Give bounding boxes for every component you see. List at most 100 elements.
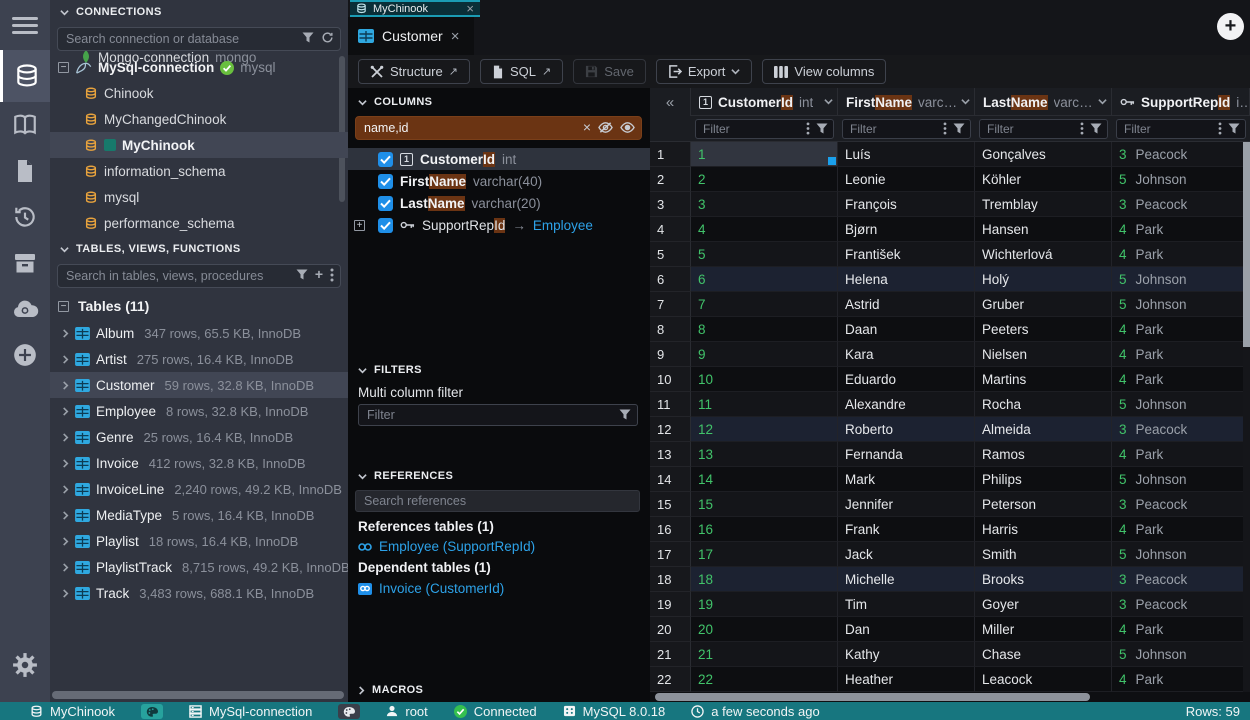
- row-number[interactable]: 21: [650, 642, 691, 667]
- grid-header-CustomerId[interactable]: 1CustomerIdint: [691, 88, 838, 116]
- connection-color-button[interactable]: [338, 704, 360, 719]
- cell-firstname[interactable]: Heather: [838, 667, 975, 692]
- cell-lastname[interactable]: Nielsen: [975, 342, 1112, 367]
- cell-firstname[interactable]: Fernanda: [838, 442, 975, 467]
- cell-supportrepid[interactable]: 5Johnson: [1112, 392, 1250, 417]
- grid-header-LastName[interactable]: LastNamevarchar(20): [975, 88, 1112, 116]
- cell-customerid[interactable]: 17: [691, 542, 838, 567]
- cell-customerid[interactable]: 16: [691, 517, 838, 542]
- settings-button[interactable]: [0, 642, 50, 688]
- view-columns-button[interactable]: View columns: [762, 59, 886, 84]
- database-item-performance_schema[interactable]: performance_schema: [50, 210, 348, 236]
- close-icon[interactable]: ×: [466, 1, 474, 16]
- reference-link-employee[interactable]: Employee (SupportRepId): [358, 539, 535, 554]
- connections-search-input[interactable]: [57, 27, 341, 51]
- row-number[interactable]: 14: [650, 467, 691, 492]
- row-number[interactable]: 17: [650, 542, 691, 567]
- table-item-Genre[interactable]: Genre25 rows, 16.4 KB, InnoDB: [50, 424, 348, 450]
- row-number[interactable]: 13: [650, 442, 691, 467]
- cell-customerid[interactable]: 6: [691, 267, 838, 292]
- filter-icons[interactable]: [806, 122, 828, 135]
- cell-lastname[interactable]: Gruber: [975, 292, 1112, 317]
- connection-item-mysql[interactable]: − MySql-connection mysql: [50, 55, 348, 80]
- row-number[interactable]: 1: [650, 142, 691, 167]
- cell-lastname[interactable]: Miller: [975, 617, 1112, 642]
- sidebar-item-add-connection[interactable]: [0, 332, 50, 378]
- database-item-Chinook[interactable]: Chinook: [50, 80, 348, 106]
- row-number[interactable]: 19: [650, 592, 691, 617]
- cell-supportrepid[interactable]: 4Park: [1112, 317, 1250, 342]
- chevron-right-icon[interactable]: [62, 433, 69, 442]
- cell-lastname[interactable]: Brooks: [975, 567, 1112, 592]
- cell-lastname[interactable]: Gonçalves: [975, 142, 1112, 167]
- row-number[interactable]: 4: [650, 217, 691, 242]
- cell-supportrepid[interactable]: 4Park: [1112, 242, 1250, 267]
- cell-firstname[interactable]: Helena: [838, 267, 975, 292]
- cell-firstname[interactable]: Astrid: [838, 292, 975, 317]
- table-item-Album[interactable]: Album347 rows, 65.5 KB, InnoDB: [50, 320, 348, 346]
- status-connection[interactable]: MySql-connection: [189, 704, 312, 719]
- tables-section-header[interactable]: TABLES, VIEWS, FUNCTIONS: [50, 237, 348, 261]
- cell-supportrepid[interactable]: 3Peacock: [1112, 567, 1250, 592]
- filter-funnel-icon[interactable]: [302, 31, 314, 44]
- row-number[interactable]: 9: [650, 342, 691, 367]
- cell-supportrepid[interactable]: 5Johnson: [1112, 167, 1250, 192]
- tab-database-mychinook[interactable]: MyChinook ×: [350, 0, 480, 17]
- column-menu-chevron[interactable]: [824, 98, 833, 105]
- chevron-right-icon[interactable]: [62, 381, 69, 390]
- cell-firstname[interactable]: Bjørn: [838, 217, 975, 242]
- database-color-button[interactable]: [141, 704, 163, 719]
- kebab-menu-icon[interactable]: [330, 268, 334, 282]
- cell-supportrepid[interactable]: 3Peacock: [1112, 142, 1250, 167]
- cell-supportrepid[interactable]: 3Peacock: [1112, 592, 1250, 617]
- chevron-right-icon[interactable]: [62, 537, 69, 546]
- cell-lastname[interactable]: Goyer: [975, 592, 1112, 617]
- cell-supportrepid[interactable]: 4Park: [1112, 667, 1250, 692]
- cell-lastname[interactable]: Almeida: [975, 417, 1112, 442]
- cell-lastname[interactable]: Martins: [975, 367, 1112, 392]
- macros-section-header[interactable]: MACROS: [348, 678, 650, 702]
- cell-customerid[interactable]: 3: [691, 192, 838, 217]
- chevron-right-icon[interactable]: [62, 511, 69, 520]
- cell-customerid[interactable]: 2: [691, 167, 838, 192]
- sidebar-item-favorites[interactable]: [0, 102, 50, 148]
- clear-icon[interactable]: ×: [583, 121, 591, 134]
- tables-group-header[interactable]: − Tables (11): [50, 292, 348, 320]
- chevron-right-icon[interactable]: [62, 355, 69, 364]
- grid-vscrollbar[interactable]: [1243, 142, 1250, 692]
- refresh-icon[interactable]: [321, 31, 334, 44]
- cell-lastname[interactable]: Rocha: [975, 392, 1112, 417]
- row-number[interactable]: 5: [650, 242, 691, 267]
- cell-customerid[interactable]: 1: [691, 142, 838, 167]
- cell-firstname[interactable]: Alexandre: [838, 392, 975, 417]
- cell-supportrepid[interactable]: 5Johnson: [1112, 642, 1250, 667]
- cell-firstname[interactable]: Luís: [838, 142, 975, 167]
- chevron-right-icon[interactable]: [62, 485, 69, 494]
- cell-supportrepid[interactable]: 3Peacock: [1112, 417, 1250, 442]
- cell-lastname[interactable]: Harris: [975, 517, 1112, 542]
- sidebar-item-cloud-search[interactable]: [0, 286, 50, 332]
- row-number[interactable]: 16: [650, 517, 691, 542]
- collapse-box-icon[interactable]: −: [58, 62, 69, 73]
- cell-lastname[interactable]: Chase: [975, 642, 1112, 667]
- collapse-columns-button[interactable]: «: [650, 88, 691, 116]
- connections-section-header[interactable]: CONNECTIONS: [50, 0, 348, 24]
- table-item-Customer[interactable]: Customer59 rows, 32.8 KB, InnoDB: [50, 372, 348, 398]
- sql-button[interactable]: SQL ↗: [480, 59, 563, 84]
- dependent-link-invoice[interactable]: Invoice (CustomerId): [358, 581, 504, 596]
- column-menu-chevron[interactable]: [961, 98, 970, 105]
- row-number[interactable]: 3: [650, 192, 691, 217]
- cell-supportrepid[interactable]: 5Johnson: [1112, 267, 1250, 292]
- columns-section-header[interactable]: COLUMNS: [348, 90, 650, 114]
- cell-supportrepid[interactable]: 4Park: [1112, 617, 1250, 642]
- filter-funnel-icon[interactable]: [296, 268, 308, 282]
- save-button[interactable]: Save: [573, 59, 646, 84]
- table-item-Track[interactable]: Track3,483 rows, 688.1 KB, InnoDB: [50, 580, 348, 606]
- database-item-mysql[interactable]: mysql: [50, 184, 348, 210]
- eye-off-icon[interactable]: [598, 121, 613, 134]
- tab-table-customer[interactable]: Customer ×: [348, 17, 474, 55]
- selection-handle[interactable]: [828, 157, 836, 165]
- close-icon[interactable]: ×: [451, 28, 460, 45]
- table-item-InvoiceLine[interactable]: InvoiceLine2,240 rows, 49.2 KB, InnoDB: [50, 476, 348, 502]
- cell-firstname[interactable]: Eduardo: [838, 367, 975, 392]
